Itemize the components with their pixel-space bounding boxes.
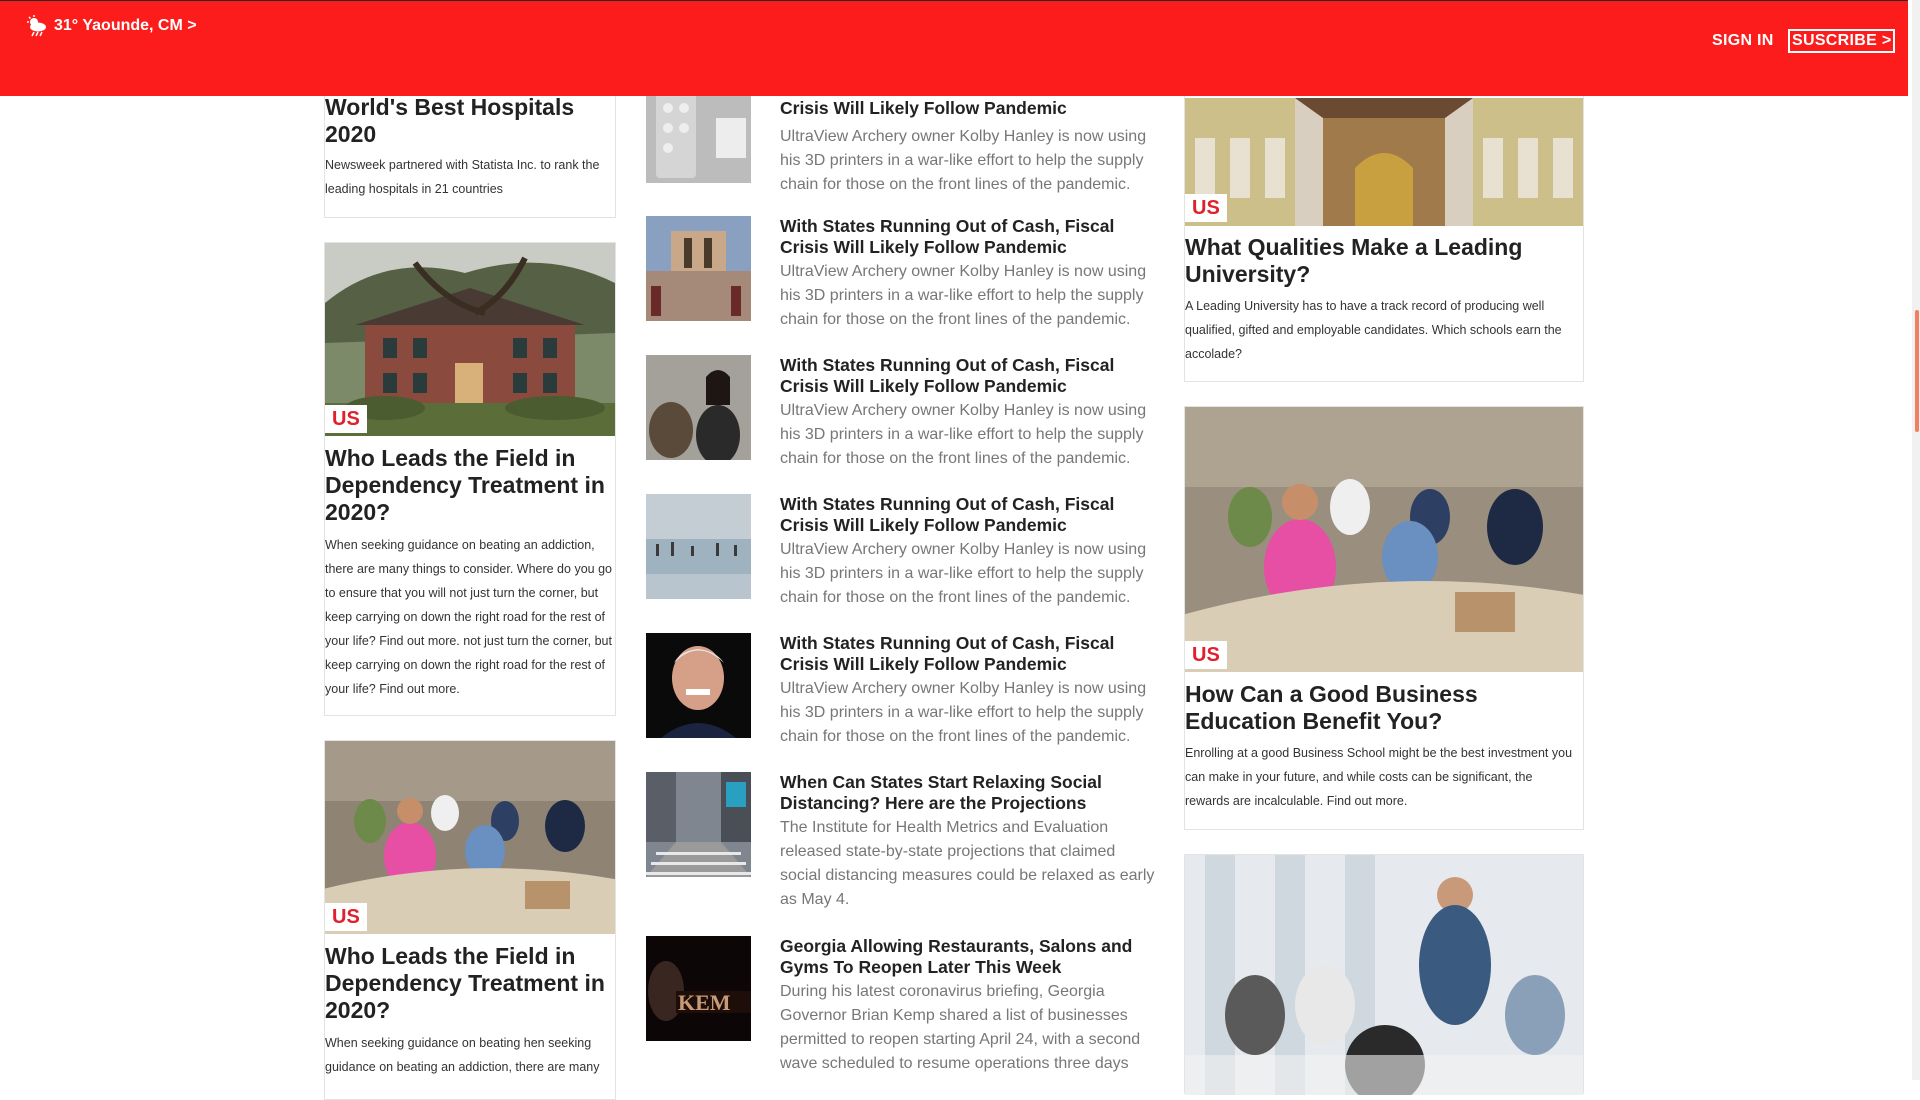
region-tag[interactable]: US	[325, 405, 367, 433]
list-item[interactable]: With States Running Out of Cash, Fiscal …	[646, 633, 1156, 763]
region-tag[interactable]: US	[1185, 641, 1227, 669]
cloud-sun-rain-icon	[27, 15, 46, 37]
card-description: Enrolling at a good Business School migh…	[1185, 746, 1573, 808]
region-tag[interactable]: US	[325, 903, 367, 931]
business-class-photo[interactable]	[1185, 407, 1583, 672]
card-title[interactable]: World's Best Hospitals 2020	[325, 94, 610, 148]
article-title[interactable]: With States Running Out of Cash, Fiscal …	[780, 494, 1156, 536]
card-title[interactable]: What Qualities Make a Leading University…	[1185, 234, 1580, 288]
portrait-image	[646, 633, 751, 738]
university-image	[1185, 98, 1583, 226]
card-title[interactable]: Who Leads the Field in Dependency Treatm…	[325, 445, 615, 526]
article-thumbnail[interactable]	[646, 772, 751, 877]
card-title[interactable]: Who Leads the Field in Dependency Treatm…	[325, 943, 615, 1024]
article-thumbnail[interactable]	[646, 355, 751, 460]
left-card-dependency-2[interactable]: US Who Leads the Field in Dependency Tre…	[324, 740, 616, 1100]
page-scrollbar[interactable]	[1912, 0, 1920, 1080]
weather-label: 31° Yaounde, CM >	[54, 17, 197, 34]
article-title[interactable]: Georgia Allowing Restaurants, Salons and…	[780, 936, 1156, 978]
top-header-bar: 31° Yaounde, CM > SIGN IN SUSCRIBE >	[0, 0, 1908, 96]
list-item[interactable]: When Can States Start Relaxing Social Di…	[646, 772, 1156, 908]
list-item[interactable]: With States Running Out of Cash, Fiscal …	[646, 494, 1156, 624]
article-summary: UltraView Archery owner Kolby Hanley is …	[780, 128, 1147, 193]
article-title[interactable]: With States Running Out of Cash, Fiscal …	[780, 355, 1156, 397]
article-title[interactable]: Crisis Will Likely Follow Pandemic	[780, 98, 1156, 119]
svg-text:KEM: KEM	[678, 990, 731, 1015]
statues-image	[646, 216, 751, 321]
classroom-image	[325, 741, 615, 934]
article-title[interactable]: With States Running Out of Cash, Fiscal …	[780, 633, 1156, 675]
university-photo[interactable]	[1185, 98, 1583, 226]
street-image	[646, 772, 751, 877]
subscribe-button[interactable]: SUSCRIBE >	[1788, 29, 1896, 53]
article-title[interactable]: When Can States Start Relaxing Social Di…	[780, 772, 1156, 814]
article-summary: During his latest coronavirus briefing, …	[780, 983, 1141, 1072]
list-item[interactable]: With States Running Out of Cash, Fiscal …	[646, 216, 1156, 346]
card-title[interactable]: How Can a Good Business Education Benefi…	[1185, 681, 1580, 735]
region-tag[interactable]: US	[1185, 194, 1227, 222]
sign-in-link[interactable]: SIGN IN	[1712, 32, 1774, 50]
article-summary: UltraView Archery owner Kolby Hanley is …	[780, 402, 1147, 467]
weather-widget[interactable]: 31° Yaounde, CM >	[26, 15, 197, 37]
page-scrollbar-thumb[interactable]	[1915, 310, 1919, 432]
card-description: A Leading University has to have a track…	[1185, 299, 1562, 361]
kemp-sign-image: KEM	[646, 936, 751, 1041]
house-photo[interactable]	[325, 243, 615, 436]
list-item[interactable]: With States Running Out of Cash, Fiscal …	[646, 355, 1156, 485]
house-image	[325, 243, 615, 436]
woman-image	[646, 355, 751, 460]
article-thumbnail[interactable]	[646, 494, 751, 599]
article-thumbnail[interactable]	[646, 633, 751, 738]
article-summary: UltraView Archery owner Kolby Hanley is …	[780, 263, 1147, 328]
classroom-photo[interactable]	[325, 741, 615, 934]
meeting-image	[1185, 855, 1583, 1095]
list-item[interactable]: Crisis Will Likely Follow Pandemic Ultra…	[646, 78, 1156, 208]
beach-image	[646, 494, 751, 599]
right-card-business[interactable]: US How Can a Good Business Education Ben…	[1184, 406, 1584, 830]
article-summary: The Institute for Health Metrics and Eva…	[780, 819, 1155, 908]
left-card-dependency-1[interactable]: US Who Leads the Field in Dependency Tre…	[324, 242, 616, 716]
article-thumbnail[interactable]: KEM	[646, 936, 751, 1041]
article-thumbnail[interactable]	[646, 216, 751, 321]
article-title[interactable]: With States Running Out of Cash, Fiscal …	[780, 216, 1156, 258]
list-item[interactable]: KEM Georgia Allowing Restaurants, Salons…	[646, 936, 1156, 1072]
card-description: Newsweek partnered with Statista Inc. to…	[325, 158, 600, 196]
card-description: When seeking guidance on beating an addi…	[325, 538, 612, 696]
article-summary: UltraView Archery owner Kolby Hanley is …	[780, 680, 1147, 745]
right-card-university[interactable]: US What Qualities Make a Leading Univers…	[1184, 60, 1584, 382]
right-card-meeting[interactable]	[1184, 854, 1584, 1095]
card-description: When seeking guidance on beating hen see…	[325, 1036, 600, 1074]
meeting-photo[interactable]	[1185, 855, 1583, 1095]
business-class-image	[1185, 407, 1583, 672]
article-summary: UltraView Archery owner Kolby Hanley is …	[780, 541, 1147, 606]
